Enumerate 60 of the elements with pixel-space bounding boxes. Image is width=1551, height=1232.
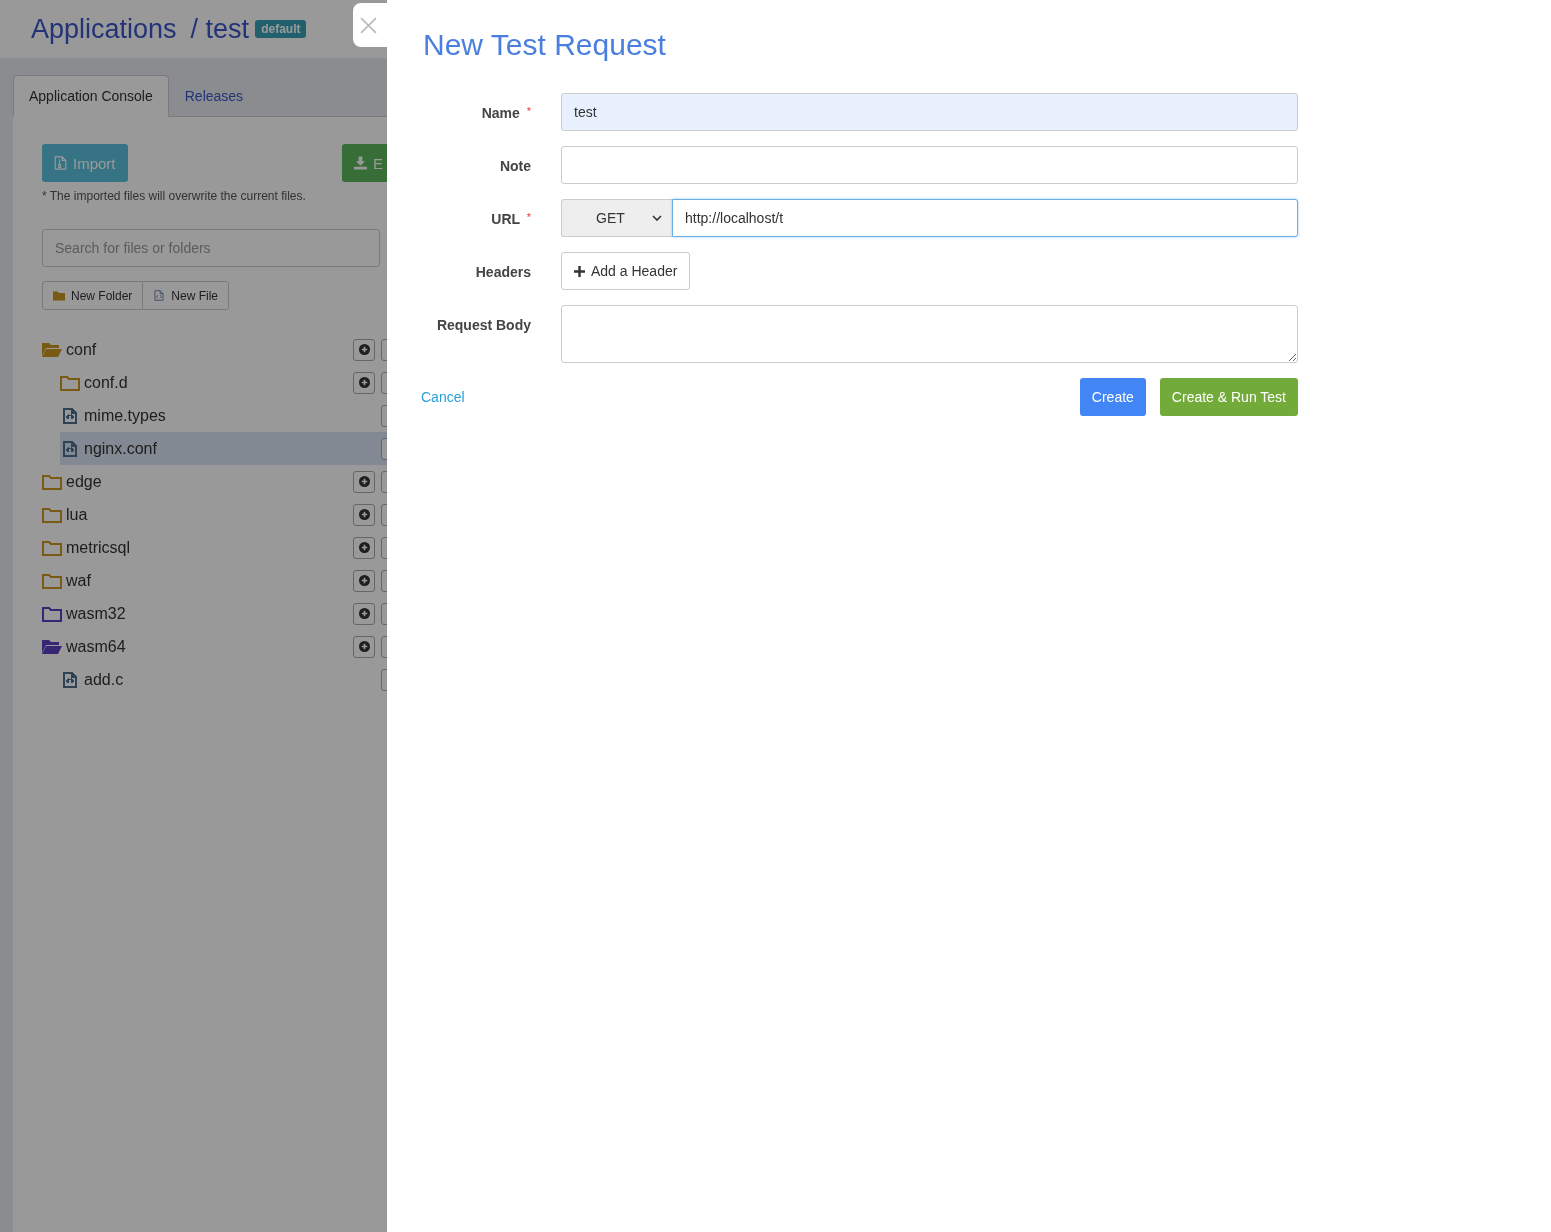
add-button[interactable]: [353, 470, 375, 493]
file-item[interactable]: nginx.conf: [60, 432, 387, 465]
default-badge: default: [255, 20, 307, 38]
tab[interactable]: Application Console: [13, 75, 169, 117]
field-label: Headers: [475, 264, 531, 280]
create-button[interactable]: Create: [1079, 378, 1146, 416]
plus-circle-icon: [358, 377, 370, 388]
folder-item[interactable]: lua: [42, 498, 387, 531]
cancel-link[interactable]: Cancel: [421, 389, 465, 405]
folder-item[interactable]: wasm32: [42, 597, 387, 630]
add-header-button[interactable]: Add a Header: [561, 252, 691, 290]
search-field[interactable]: Search for files or folders: [42, 229, 380, 267]
new-folder-button[interactable]: New Folder: [42, 281, 144, 310]
plus-circle-icon: [358, 476, 370, 487]
add-button[interactable]: [353, 569, 375, 592]
folder-item[interactable]: conf: [42, 333, 387, 366]
code-file-icon: [153, 290, 166, 301]
plus-circle-icon: [358, 344, 370, 355]
field-label: Note: [499, 158, 531, 174]
file-item[interactable]: add.c: [60, 663, 387, 696]
request-body-field[interactable]: [561, 305, 1298, 363]
folder-item[interactable]: metricsql: [42, 531, 387, 564]
field-label: Name: [481, 105, 520, 121]
plus-icon: [574, 265, 585, 277]
url-field[interactable]: http://localhost/t: [672, 199, 1298, 237]
download-icon: [354, 156, 367, 170]
field-label: Request Body: [436, 317, 531, 333]
required-mark: *: [526, 105, 531, 117]
add-button[interactable]: [353, 602, 375, 625]
drawer-title: New Test Request: [423, 28, 667, 62]
add-button[interactable]: [353, 635, 375, 658]
folder-item[interactable]: wasm64: [42, 630, 387, 663]
plus-circle-icon: [358, 608, 370, 619]
field-label: URL: [491, 211, 520, 227]
add-button[interactable]: [353, 503, 375, 526]
new-file-button[interactable]: New File: [142, 281, 230, 310]
folder-icon: [53, 290, 65, 301]
add-button[interactable]: [353, 371, 375, 394]
add-button[interactable]: [353, 338, 375, 361]
tab[interactable]: Releases: [168, 75, 260, 116]
plus-circle-icon: [358, 542, 370, 553]
required-mark: *: [526, 211, 531, 223]
plus-circle-icon: [358, 509, 370, 520]
file-icon: [54, 156, 67, 170]
folder-item[interactable]: conf.d: [60, 366, 387, 399]
plus-circle-icon: [358, 575, 370, 586]
breadcrumb-link[interactable]: Applications: [31, 13, 177, 45]
close-button[interactable]: [353, 3, 389, 47]
file-item[interactable]: mime.types: [60, 399, 387, 432]
text-field[interactable]: [561, 146, 1298, 184]
method-select[interactable]: GET: [561, 199, 672, 237]
app-name: / test: [190, 13, 250, 45]
import-note: * The imported files will overwrite the current files.: [42, 189, 307, 203]
close-icon: [359, 16, 377, 34]
chevron-down-icon: [652, 215, 662, 221]
plus-circle-icon: [358, 641, 370, 652]
folder-item[interactable]: edge: [42, 465, 387, 498]
add-button[interactable]: [353, 536, 375, 559]
text-field[interactable]: test: [561, 93, 1298, 131]
folder-item[interactable]: waf: [42, 564, 387, 597]
